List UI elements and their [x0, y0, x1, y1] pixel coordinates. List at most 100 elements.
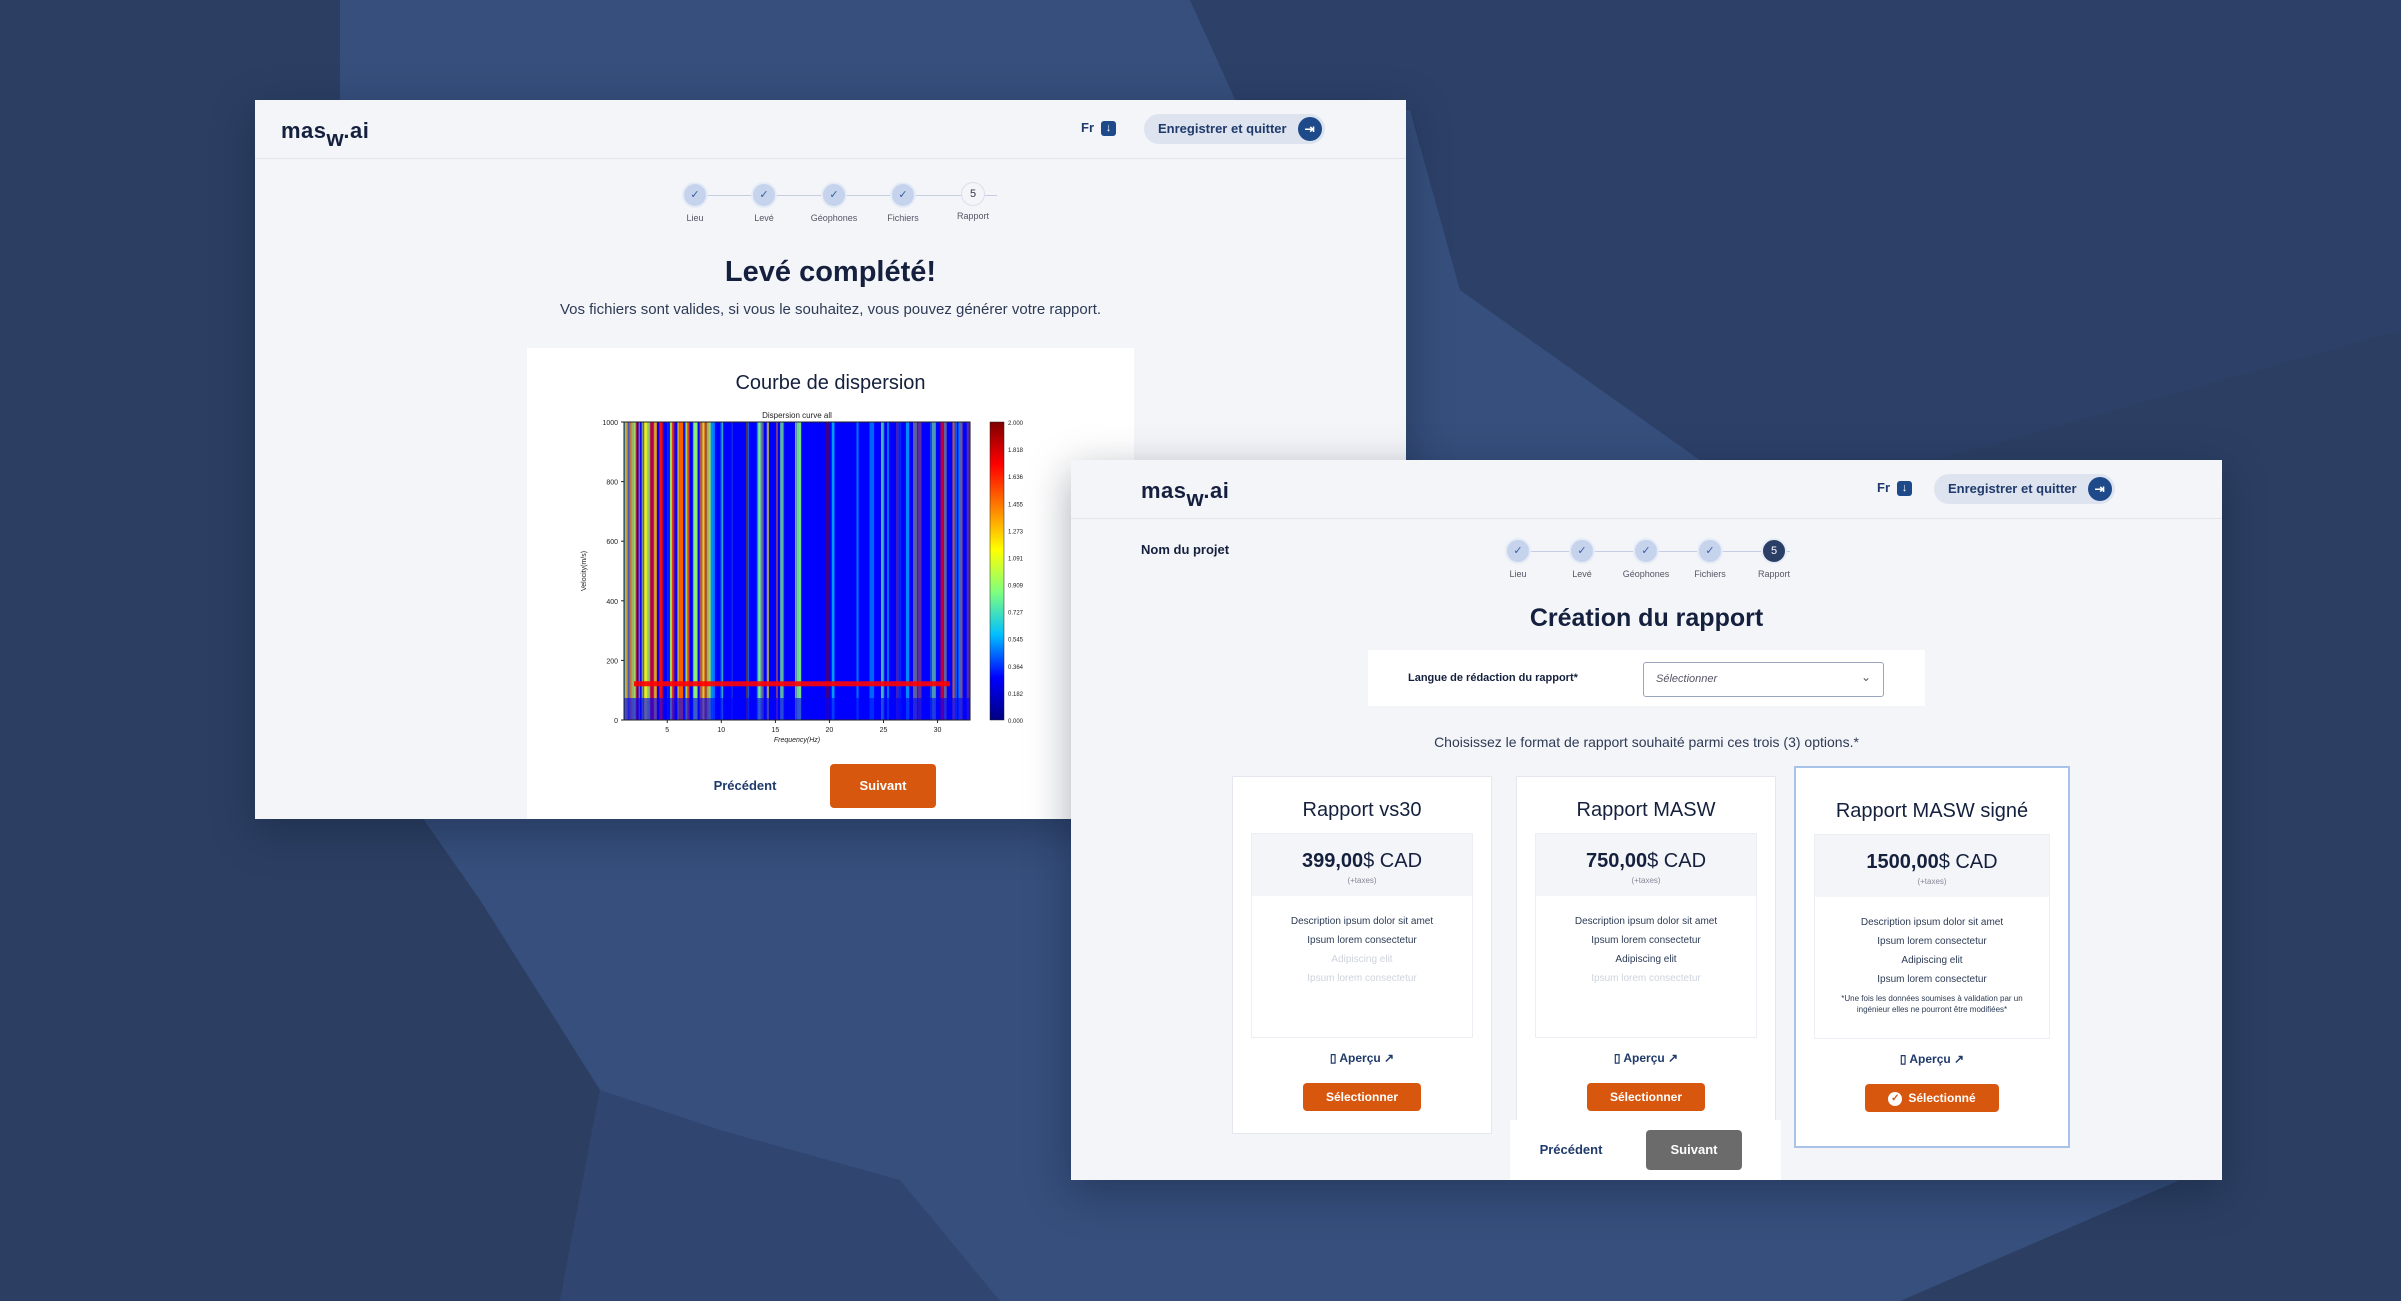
- heatmap-streak: [950, 422, 952, 720]
- check-icon: ✓: [1633, 538, 1659, 564]
- app-header: masw.ai Fr ↓ Enregistrer et quitter ⇥: [255, 100, 1406, 159]
- x-tick-label: 25: [880, 727, 888, 734]
- x-tick-label: 5: [665, 727, 669, 734]
- heatmap-streak: [881, 422, 885, 720]
- check-icon: ✓: [1697, 538, 1723, 564]
- colorbar-tick-label: 0.545: [1008, 638, 1024, 644]
- colorbar-tick-label: 2.000: [1008, 421, 1024, 427]
- x-tick-label: 15: [771, 727, 779, 734]
- chart-heading: Courbe de dispersion: [735, 372, 926, 394]
- heatmap-streak: [795, 422, 797, 720]
- heatmap-streak: [912, 422, 917, 720]
- heatmap-streak: [905, 422, 910, 720]
- document-icon: ▯: [1899, 1052, 1910, 1066]
- chevron-down-icon: ↓: [1897, 481, 1912, 497]
- heatmap-streak: [869, 422, 875, 720]
- y-axis-label: Velocity(m/s): [581, 551, 588, 591]
- heatmap-streak: [642, 422, 645, 720]
- step-geophones: ✓ Géophones: [794, 182, 874, 223]
- feature-list: Description ipsum dolor sit amet Ipsum lo…: [1815, 897, 2049, 1015]
- heatmap-streak: [792, 422, 796, 720]
- price: 1500,00$ CAD: [1866, 851, 1998, 873]
- heatmap-streak: [850, 422, 852, 720]
- preview-link[interactable]: ▯ Aperçu ↗: [1233, 1051, 1491, 1065]
- heatmap-streak: [835, 422, 837, 720]
- page-subtitle: Vos fichiers sont valides, si vous le so…: [559, 301, 1102, 318]
- language-selector[interactable]: Fr ↓: [1877, 480, 1912, 497]
- heatmap-streak: [629, 422, 632, 720]
- colorbar-tick-label: 0.364: [1008, 665, 1024, 671]
- y-tick-label: 1000: [602, 420, 618, 427]
- document-icon: ▯: [1613, 1051, 1624, 1065]
- select-button[interactable]: Sélectionner: [1303, 1083, 1421, 1111]
- heatmap-streak: [758, 422, 761, 720]
- heatmap-streak: [692, 422, 696, 720]
- heatmap-streak: [896, 422, 902, 720]
- heatmap-streak: [796, 422, 802, 720]
- pricing-card-masw[interactable]: Rapport MASW 750,00$ CAD (+taxes) Descrip…: [1516, 776, 1776, 1134]
- pricing-card-masw-signed[interactable]: Rapport MASW signé 1500,00$ CAD (+taxes) …: [1794, 766, 2070, 1148]
- chart-title: Dispersion curve all: [762, 411, 832, 420]
- heatmap-streak: [776, 422, 778, 720]
- next-button-disabled[interactable]: Suivant: [1646, 1130, 1742, 1170]
- x-tick-label: 20: [826, 727, 834, 734]
- heatmap-streak: [932, 422, 936, 720]
- dispersion-chart: Dispersion curve all 5 10 15 20 25 30 Frequency…: [581, 411, 1024, 744]
- check-icon: ✓: [682, 182, 708, 208]
- colorbar-tick-label: 1.455: [1008, 502, 1024, 508]
- colorbar-tick-label: 1.818: [1008, 448, 1024, 454]
- y-tick-label: 800: [606, 480, 618, 487]
- card-title: Rapport MASW signé: [1835, 800, 2029, 822]
- heatmap-streak: [699, 422, 703, 720]
- selected-button[interactable]: ✓ Sélectionné: [1865, 1084, 1999, 1112]
- validation-note: *Une fois les données soumises à validat…: [1841, 994, 2023, 1014]
- price: 399,00$ CAD: [1301, 850, 1423, 872]
- heatmap-streak: [671, 422, 675, 720]
- feature-list: Description ipsum dolor sit amet Ipsum lo…: [1574, 916, 1718, 984]
- heatmap-streak: [643, 422, 648, 720]
- previous-button[interactable]: Précédent: [1532, 1142, 1610, 1157]
- language-selector[interactable]: Fr ↓: [1081, 120, 1116, 137]
- format-instruction: Choisissez le format de rapport souhaité…: [1434, 734, 1859, 750]
- y-tick-label: 200: [606, 658, 618, 665]
- pricing-card-vs30[interactable]: Rapport vs30 399,00$ CAD (+taxes) Descrip…: [1232, 776, 1492, 1134]
- y-tick-label: 400: [606, 599, 618, 606]
- price-box: 1500,00$ CAD (+taxes) Description ipsum d…: [1814, 834, 2050, 1039]
- heatmap-streak: [638, 422, 641, 720]
- check-icon: ✓: [1505, 538, 1531, 564]
- preview-link[interactable]: ▯ Aperçu ↗: [1796, 1052, 2068, 1066]
- heatmap-streak: [856, 422, 859, 720]
- check-circle-icon: ✓: [1888, 1091, 1903, 1106]
- colorbar-tick-label: 0.909: [1008, 584, 1024, 590]
- check-icon: ✓: [1569, 538, 1595, 564]
- step-rapport: 5 Rapport: [1734, 538, 1814, 579]
- heatmap-streak: [706, 422, 709, 720]
- heatmap-bottom-band: [624, 698, 970, 720]
- heatmap-streak: [917, 422, 922, 720]
- heatmap-streak: [831, 422, 835, 720]
- heatmap-streak: [704, 422, 706, 720]
- save-and-quit-button[interactable]: Enregistrer et quitter ⇥: [1934, 474, 2115, 504]
- masw-logo: masw.ai: [281, 118, 370, 151]
- dispersion-ridge: [634, 681, 950, 687]
- nav-footer: Précédent Suivant: [1510, 1120, 1781, 1180]
- heatmap-streak: [754, 422, 757, 720]
- next-button[interactable]: Suivant: [830, 764, 936, 808]
- external-link-icon: ↗: [1380, 1051, 1395, 1065]
- exit-icon: ⇥: [1297, 117, 1322, 141]
- y-tick-label: 0: [614, 718, 618, 725]
- document-icon: ▯: [1329, 1051, 1340, 1065]
- colorbar: [989, 421, 1005, 721]
- select-button[interactable]: Sélectionner: [1587, 1083, 1705, 1111]
- colorbar-tick-label: 1.091: [1008, 556, 1024, 562]
- heatmap-streak: [801, 422, 804, 720]
- chevron-down-icon: ⌄: [1860, 670, 1871, 684]
- heatmap-streak: [845, 422, 848, 720]
- colorbar-tick-label: 0.727: [1008, 611, 1024, 617]
- language-select[interactable]: Sélectionner ⌄: [1643, 662, 1884, 697]
- previous-button[interactable]: Précédent: [701, 778, 789, 793]
- preview-link[interactable]: ▯ Aperçu ↗: [1517, 1051, 1775, 1065]
- app-header: masw.ai Fr ↓ Enregistrer et quitter ⇥: [1071, 460, 2222, 519]
- heatmap-streak: [635, 422, 637, 720]
- save-and-quit-button[interactable]: Enregistrer et quitter ⇥: [1144, 114, 1325, 144]
